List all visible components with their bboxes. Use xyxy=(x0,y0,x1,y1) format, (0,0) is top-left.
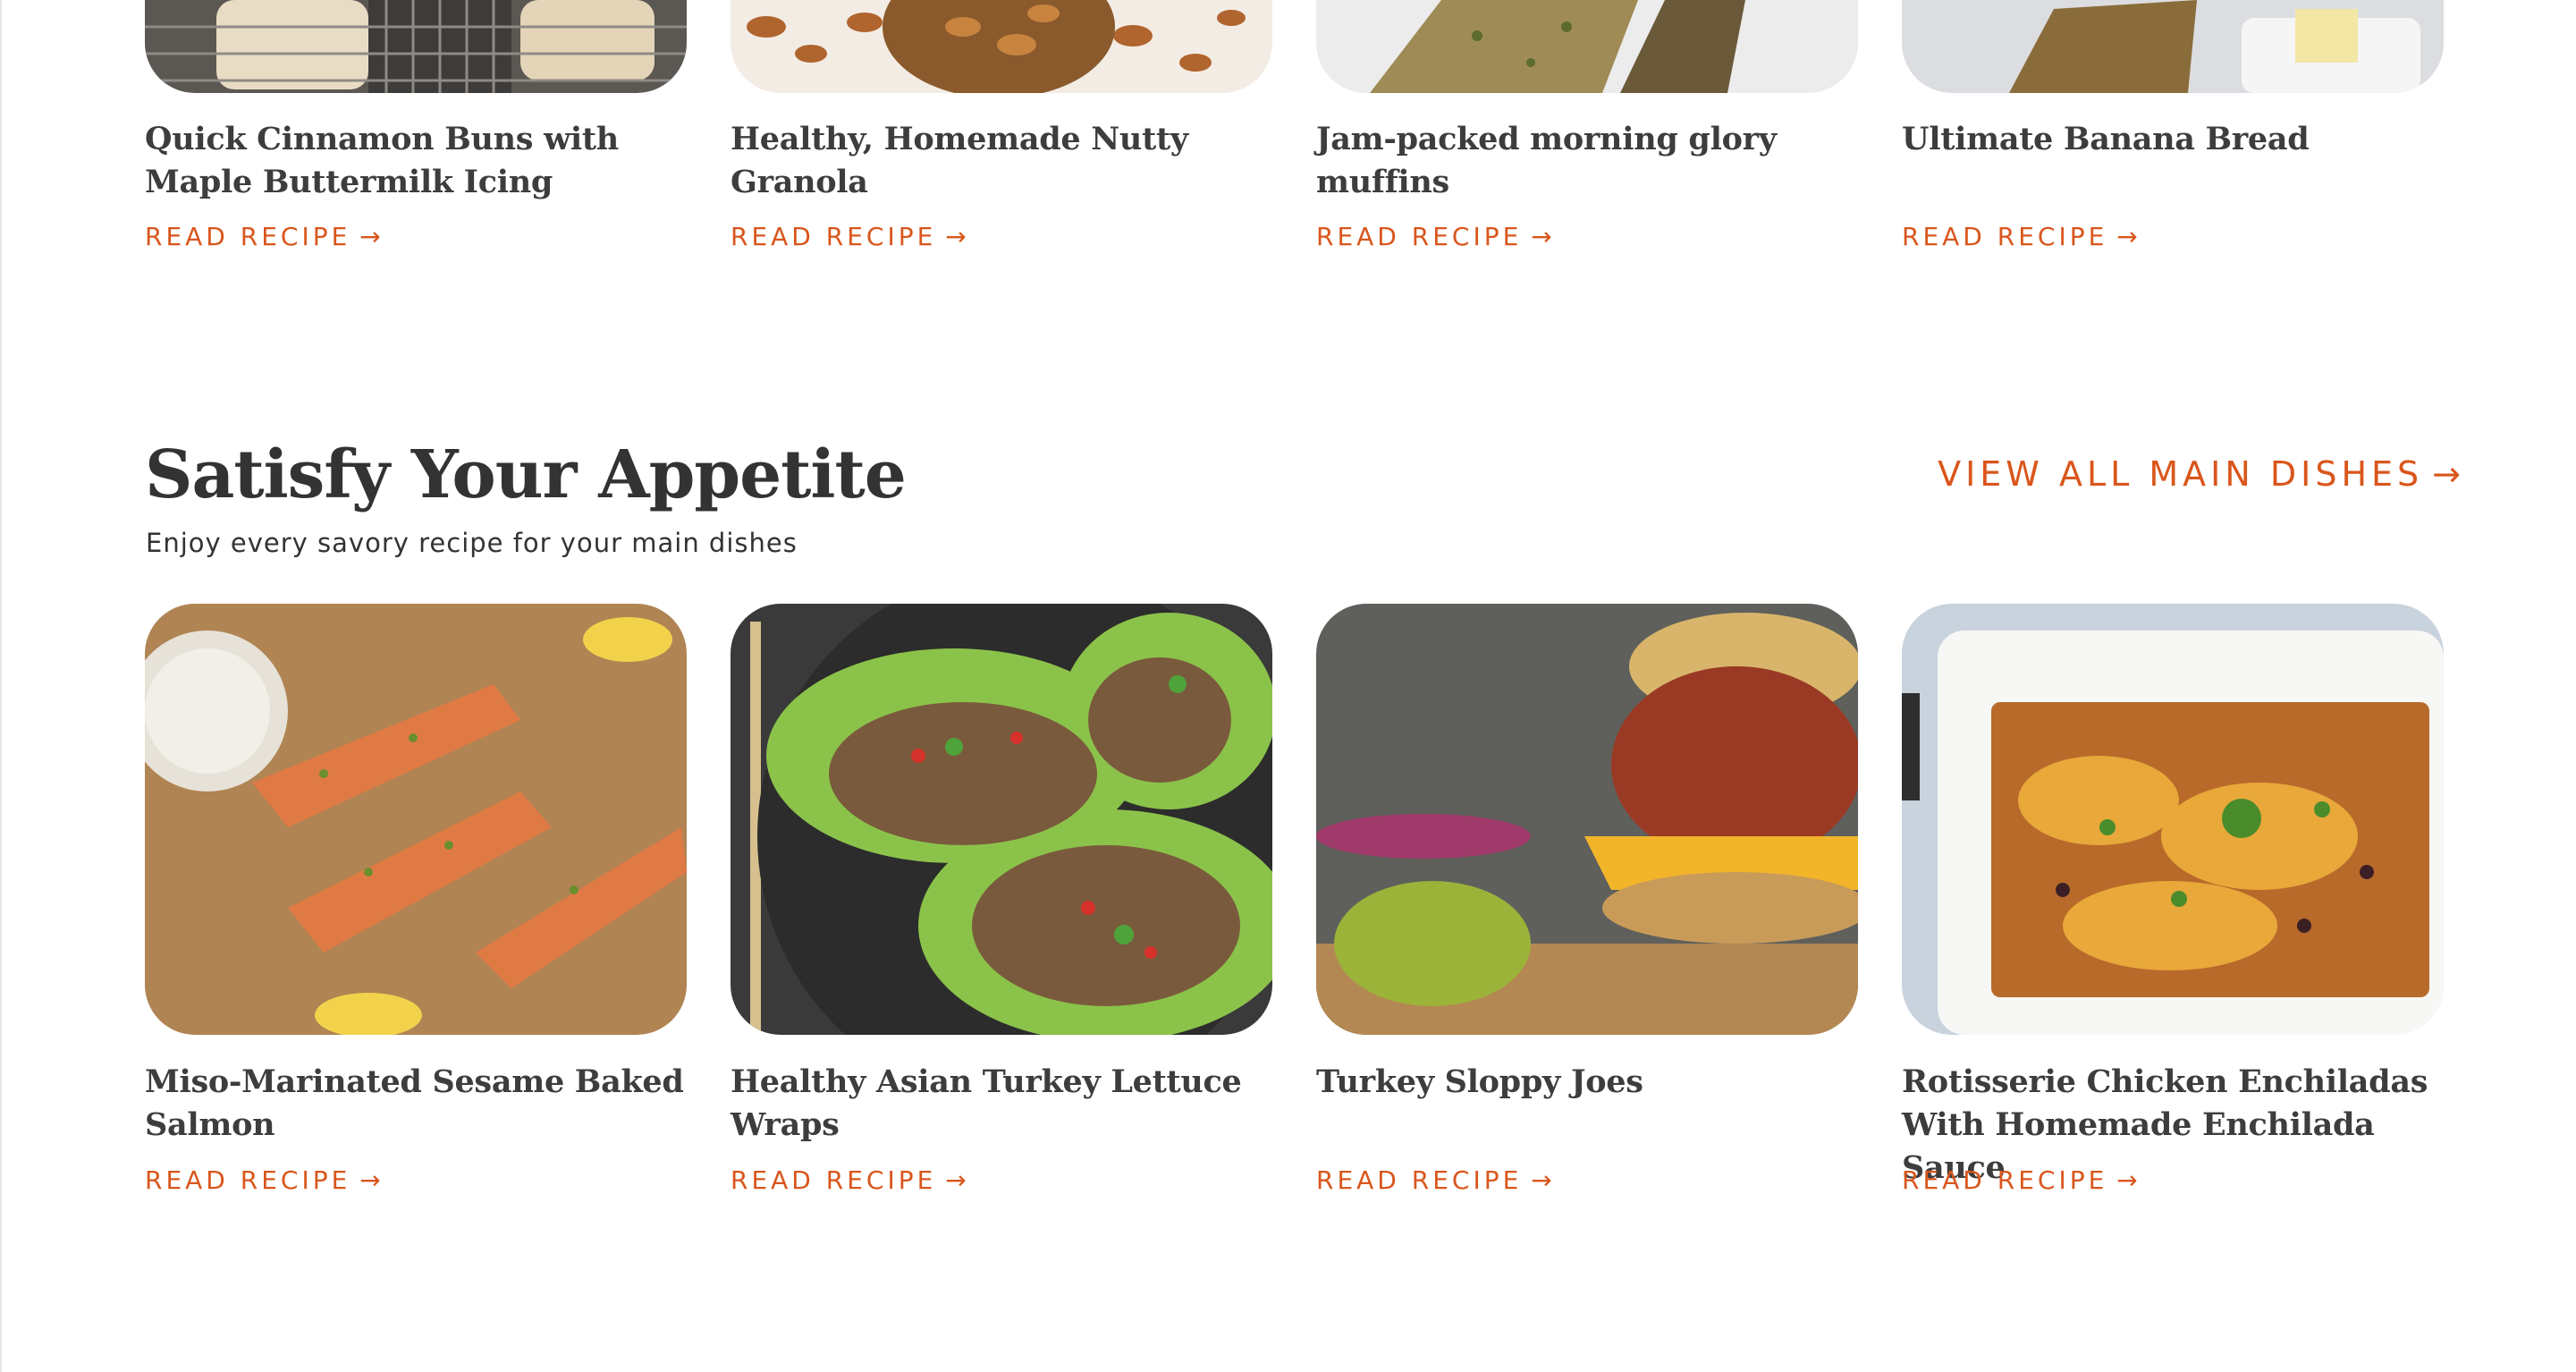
read-recipe-link[interactable]: READ RECIPE → xyxy=(1902,1165,2138,1195)
read-recipe-link[interactable]: READ RECIPE → xyxy=(145,222,381,251)
recipe-title[interactable]: Healthy, Homemade Nutty Granola xyxy=(731,118,1272,204)
section-title: Satisfy Your Appetite xyxy=(145,436,907,513)
recipe-title[interactable]: Turkey Sloppy Joes xyxy=(1316,1061,1858,1104)
recipe-card[interactable]: Healthy, Homemade Nutty Granola READ REC… xyxy=(731,0,1272,251)
read-recipe-link[interactable]: READ RECIPE → xyxy=(731,222,967,251)
read-recipe-label: READ RECIPE xyxy=(145,222,351,251)
arrow-right-icon: → xyxy=(2116,222,2138,251)
read-recipe-label: READ RECIPE xyxy=(1902,1165,2108,1195)
enchiladas-image[interactable] xyxy=(1902,604,2444,1035)
recipe-card[interactable]: Turkey Sloppy Joes READ RECIPE → xyxy=(1316,604,1858,1195)
read-recipe-label: READ RECIPE xyxy=(1902,222,2108,251)
arrow-right-icon: → xyxy=(945,1165,967,1195)
banana-bread-image[interactable] xyxy=(1902,0,2444,93)
recipe-title[interactable]: Quick Cinnamon Buns with Maple Buttermil… xyxy=(145,118,687,204)
recipe-title[interactable]: Jam-packed morning glory muffins xyxy=(1316,118,1858,204)
lettuce-wraps-image[interactable] xyxy=(731,604,1272,1035)
arrow-right-icon: → xyxy=(1531,1165,1552,1195)
arrow-right-icon: → xyxy=(945,222,967,251)
view-all-main-dishes-link[interactable]: VIEW ALL MAIN DISHES → xyxy=(1938,454,2465,494)
recipe-card[interactable]: Healthy Asian Turkey Lettuce Wraps READ … xyxy=(731,604,1272,1195)
recipe-card[interactable]: Jam-packed morning glory muffins READ RE… xyxy=(1316,0,1858,251)
cinnamon-buns-image[interactable] xyxy=(145,0,687,93)
recipe-card[interactable]: Miso-Marinated Sesame Baked Salmon READ … xyxy=(145,604,687,1195)
read-recipe-label: READ RECIPE xyxy=(731,1165,937,1195)
arrow-right-icon: → xyxy=(2116,1165,2138,1195)
recipe-title[interactable]: Healthy Asian Turkey Lettuce Wraps xyxy=(731,1061,1272,1147)
section-subtitle: Enjoy every savory recipe for your main … xyxy=(146,528,798,558)
recipe-title[interactable]: Miso-Marinated Sesame Baked Salmon xyxy=(145,1061,687,1147)
read-recipe-label: READ RECIPE xyxy=(731,222,937,251)
muffins-image[interactable] xyxy=(1316,0,1858,93)
view-all-label: VIEW ALL MAIN DISHES xyxy=(1938,454,2424,494)
recipe-card[interactable]: Rotisserie Chicken Enchiladas With Homem… xyxy=(1902,604,2444,1195)
read-recipe-link[interactable]: READ RECIPE → xyxy=(145,1165,381,1195)
arrow-right-icon: → xyxy=(2432,454,2465,494)
read-recipe-label: READ RECIPE xyxy=(1316,1165,1523,1195)
salmon-image[interactable] xyxy=(145,604,687,1035)
recipe-card[interactable]: Ultimate Banana Bread READ RECIPE → xyxy=(1902,0,2444,251)
recipe-page: Quick Cinnamon Buns with Maple Buttermil… xyxy=(0,0,2576,1372)
arrow-right-icon: → xyxy=(1531,222,1552,251)
read-recipe-link[interactable]: READ RECIPE → xyxy=(1316,222,1552,251)
read-recipe-link[interactable]: READ RECIPE → xyxy=(1902,222,2138,251)
read-recipe-label: READ RECIPE xyxy=(1316,222,1523,251)
read-recipe-link[interactable]: READ RECIPE → xyxy=(731,1165,967,1195)
granola-image[interactable] xyxy=(731,0,1272,93)
arrow-right-icon: → xyxy=(359,1165,381,1195)
recipe-card[interactable]: Quick Cinnamon Buns with Maple Buttermil… xyxy=(145,0,687,251)
sloppy-joe-image[interactable] xyxy=(1316,604,1858,1035)
read-recipe-link[interactable]: READ RECIPE → xyxy=(1316,1165,1552,1195)
arrow-right-icon: → xyxy=(359,222,381,251)
recipe-title[interactable]: Ultimate Banana Bread xyxy=(1902,118,2444,161)
read-recipe-label: READ RECIPE xyxy=(145,1165,351,1195)
